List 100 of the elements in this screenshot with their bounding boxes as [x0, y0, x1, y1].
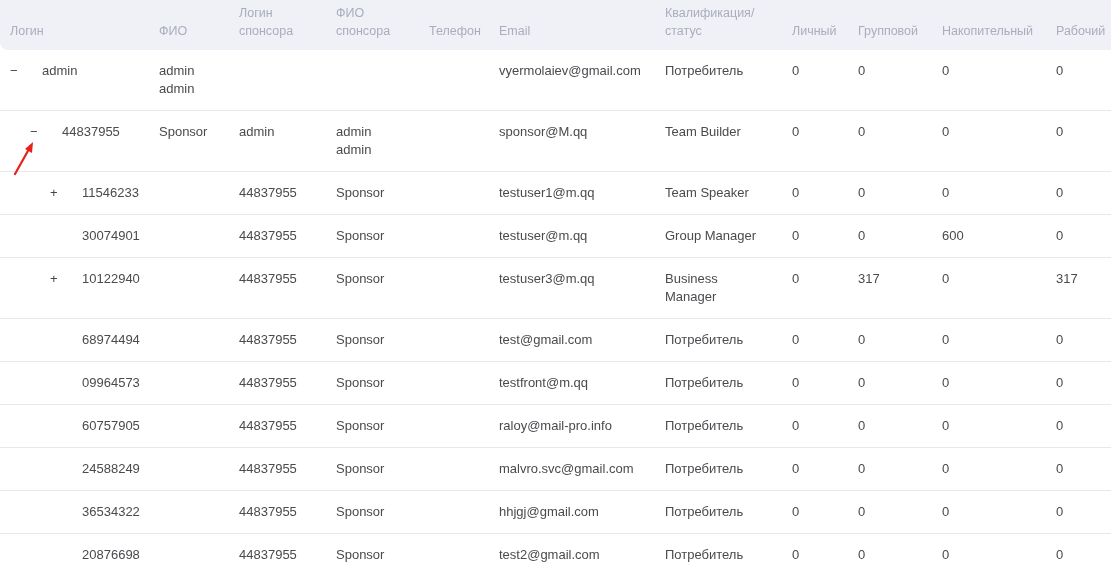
table-cell-text: 0	[792, 270, 801, 288]
table-cell: admin	[42, 62, 78, 80]
table-cell-text: 0	[792, 546, 801, 564]
table-cell-text: 0	[1056, 184, 1065, 202]
table-cell: 11546233	[82, 184, 139, 202]
table-cell-text: Sponsor	[336, 184, 386, 202]
table-cell-text: 44837955	[239, 503, 298, 521]
table-cell-text: 0	[1056, 331, 1065, 349]
table-cell-text: 0	[942, 546, 951, 564]
table-cell-text: Team Speaker	[665, 184, 750, 202]
table-cell-text: Sponsor	[159, 123, 209, 141]
table-cell-text: 0	[858, 460, 867, 478]
table-cell-text: 0	[792, 331, 801, 349]
table-cell-text: 0	[942, 270, 951, 288]
table-cell-text: 0	[858, 417, 867, 435]
table-cell-text: 0	[792, 123, 801, 141]
table-cell-text: sponsor@M.qq	[499, 123, 589, 141]
table-cell-text: Sponsor	[336, 503, 386, 521]
table-cell-text: 44837955	[239, 184, 298, 202]
table-cell-text: 0	[792, 227, 801, 245]
table-cell-text: 0	[942, 331, 951, 349]
table-cell-text: Потребитель	[665, 546, 745, 564]
table-cell-text: 0	[942, 503, 951, 521]
table-cell-text: vyermolaiev@gmail.com	[499, 62, 642, 80]
table-cell-text: 0	[1056, 62, 1065, 80]
column-header: Квалификация/ статус	[665, 5, 756, 40]
table-cell-text: 44837955	[239, 417, 298, 435]
table-cell-text: 0	[858, 227, 867, 245]
table-cell-text: 0	[792, 374, 801, 392]
table-cell-text: Sponsor	[336, 270, 386, 288]
table-cell-text: 0	[858, 374, 867, 392]
table-cell: 10122940	[82, 270, 140, 288]
table-cell-text: malvro.svc@gmail.com	[499, 460, 635, 478]
expand-toggle[interactable]: −	[30, 123, 62, 141]
table-cell-text: 0	[1056, 227, 1065, 245]
table-cell: 30074901	[82, 227, 140, 245]
expand-toggle[interactable]: +	[50, 270, 82, 288]
table-cell-text: 317	[1056, 270, 1079, 288]
column-header: Email	[499, 23, 532, 40]
table-cell-text: testuser1@m.qq	[499, 184, 596, 202]
table-cell-text: test@gmail.com	[499, 331, 594, 349]
table-cell-text: Потребитель	[665, 460, 745, 478]
table-cell-text: Потребитель	[665, 62, 745, 80]
table-cell-text: 0	[792, 62, 801, 80]
column-header: Логин спонсора	[239, 5, 295, 40]
table-cell-text: 600	[942, 227, 965, 245]
table-cell-text: Потребитель	[665, 417, 745, 435]
column-header: Личный	[792, 23, 838, 40]
table-cell-text: test2@gmail.com	[499, 546, 601, 564]
table-cell: 60757905	[82, 417, 140, 435]
column-header: ФИО спонсора	[336, 5, 392, 40]
table-cell-text: 0	[942, 374, 951, 392]
table-cell-text: 0	[858, 123, 867, 141]
table-cell-text: testuser@m.qq	[499, 227, 589, 245]
table-cell-text: 0	[942, 417, 951, 435]
table-cell-text: 0	[858, 184, 867, 202]
table-cell-text: Потребитель	[665, 503, 745, 521]
table-cell-text: Business Manager	[665, 270, 719, 306]
table-cell-text: Sponsor	[336, 331, 386, 349]
table-cell-text: hhjgj@gmail.com	[499, 503, 600, 521]
table-cell: 44837955	[62, 123, 120, 141]
table-cell-text: 44837955	[239, 227, 298, 245]
table-cell-text: admin admin	[336, 123, 373, 159]
column-header: Групповой	[858, 23, 920, 40]
table-cell-text: 0	[1056, 123, 1065, 141]
column-header: ФИО	[159, 23, 189, 40]
table-cell-text: 44837955	[239, 331, 298, 349]
expand-toggle[interactable]: −	[10, 62, 42, 80]
column-header: Рабочий	[1056, 23, 1107, 40]
arrow-annotation	[12, 140, 36, 176]
table-cell-text: admin admin	[159, 62, 196, 98]
table-cell-text: testfront@m.qq	[499, 374, 590, 392]
table-cell-text: 317	[858, 270, 881, 288]
table-cell-text: 0	[1056, 374, 1065, 392]
table-cell-text: 0	[1056, 417, 1065, 435]
table-cell-text: 0	[1056, 546, 1065, 564]
table-cell-text: 0	[792, 184, 801, 202]
table-cell: 68974494	[82, 331, 140, 349]
column-header: Логин	[10, 23, 45, 40]
table-cell-text: 0	[1056, 503, 1065, 521]
table-cell-text: 0	[1056, 460, 1065, 478]
table-cell-text: 0	[792, 417, 801, 435]
table-cell: 09964573	[82, 374, 140, 392]
table-cell-text: 0	[858, 503, 867, 521]
table-cell-text: Потребитель	[665, 331, 745, 349]
table-cell-text: 0	[942, 123, 951, 141]
table-cell-text: Sponsor	[336, 374, 386, 392]
table-cell-text: 0	[858, 331, 867, 349]
table-cell-text: testuser3@m.qq	[499, 270, 596, 288]
table-cell: 20876698	[82, 546, 140, 564]
table-cell: 24588249	[82, 460, 140, 478]
table-cell-text: Team Builder	[665, 123, 742, 141]
table-cell-text: Sponsor	[336, 227, 386, 245]
table-cell-text: Sponsor	[336, 460, 386, 478]
table-cell-text: 0	[942, 184, 951, 202]
table-cell-text: admin	[239, 123, 276, 141]
expand-toggle[interactable]: +	[50, 184, 82, 202]
table-cell-text: 44837955	[239, 270, 298, 288]
table-cell-text: Sponsor	[336, 417, 386, 435]
table-cell-text: 44837955	[239, 546, 298, 564]
